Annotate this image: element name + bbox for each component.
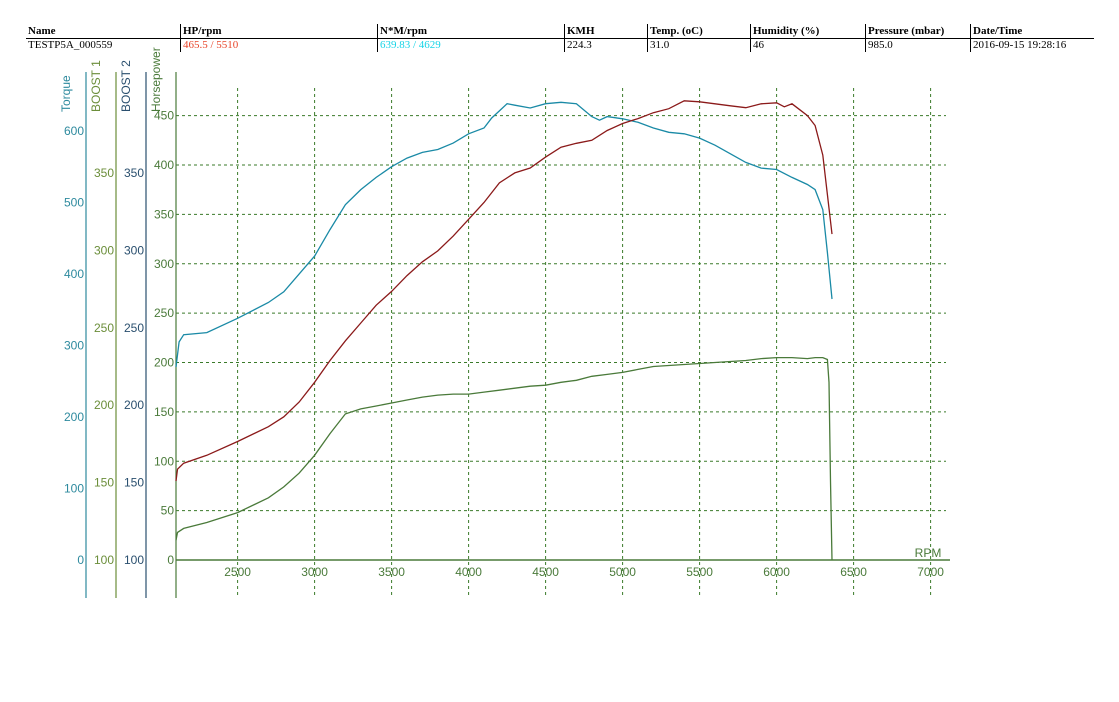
y-axis-title: Horsepower <box>149 47 163 112</box>
y-tick-label: 100 <box>154 454 174 468</box>
y-tick-label: 200 <box>124 398 144 412</box>
y-tick-label: 400 <box>64 267 84 281</box>
y-tick-label: 350 <box>94 166 114 180</box>
x-tick-label: 4500 <box>532 565 559 579</box>
x-tick-label: 3000 <box>301 565 328 579</box>
y-tick-label: 250 <box>94 321 114 335</box>
y-tick-label: 100 <box>64 481 84 495</box>
x-axis-label: RPM <box>915 546 942 560</box>
y-tick-label: 250 <box>154 306 174 320</box>
y-tick-label: 150 <box>124 476 144 490</box>
x-tick-label: 5500 <box>686 565 713 579</box>
y-tick-label: 300 <box>154 257 174 271</box>
y-tick-label: 200 <box>94 398 114 412</box>
y-tick-label: 400 <box>154 158 174 172</box>
x-tick-label: 2500 <box>224 565 251 579</box>
y-axis-title: Torque <box>59 75 73 112</box>
x-tick-label: 4000 <box>455 565 482 579</box>
series-line-2 <box>175 356 833 561</box>
y-tick-label: 600 <box>64 124 84 138</box>
y-tick-label: 150 <box>154 405 174 419</box>
y-tick-label: 300 <box>124 243 144 257</box>
y-tick-label: 300 <box>94 243 114 257</box>
y-tick-label: 350 <box>124 166 144 180</box>
y-tick-label: 200 <box>154 356 174 370</box>
x-tick-label: 3500 <box>378 565 405 579</box>
y-tick-label: 250 <box>124 321 144 335</box>
y-axis-title: BOOST 1 <box>89 60 103 112</box>
y-tick-label: 100 <box>94 553 114 567</box>
x-tick-label: 6000 <box>763 565 790 579</box>
y-tick-label: 350 <box>154 207 174 221</box>
x-tick-label: 7000 <box>917 565 944 579</box>
y-tick-label: 50 <box>161 504 175 518</box>
y-tick-label: 100 <box>124 553 144 567</box>
x-tick-label: 5000 <box>609 565 636 579</box>
y-tick-label: 300 <box>64 338 84 352</box>
x-tick-label: 6500 <box>840 565 867 579</box>
dyno-chart: 2500 3000 3500 4000 4500 5000 5500 6000 6500 7000… <box>59 47 950 598</box>
y-tick-label: 150 <box>94 476 114 490</box>
y-axis-title: BOOST 2 <box>119 60 133 112</box>
y-tick-label: 0 <box>77 553 84 567</box>
y-tick-label: 500 <box>64 195 84 209</box>
y-tick-label: 0 <box>167 553 174 567</box>
series-line-0 <box>175 101 833 367</box>
y-tick-label: 200 <box>64 410 84 424</box>
series-line-1 <box>175 100 833 482</box>
